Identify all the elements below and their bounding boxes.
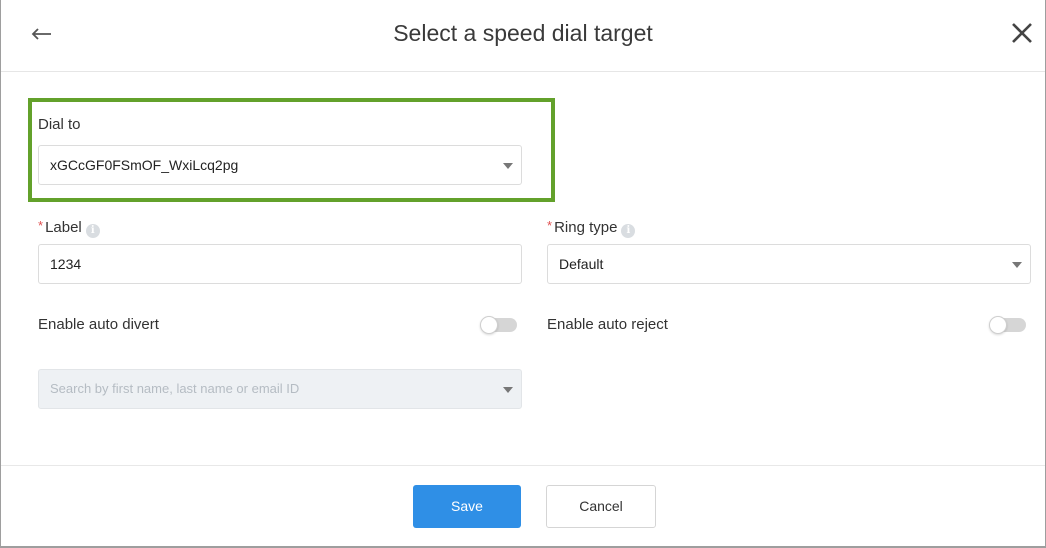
info-icon[interactable]: i [621, 224, 636, 238]
ring-type-label: * Ring type i [547, 218, 636, 238]
dial-to-value: xGCcGF0FSmOF_WxiLcq2pg [50, 157, 239, 173]
close-button[interactable] [1005, 16, 1041, 52]
dial-to-select[interactable]: xGCcGF0FSmOF_WxiLcq2pg [38, 145, 522, 185]
label-input[interactable]: 1234 [38, 244, 522, 284]
chevron-down-icon [1012, 262, 1022, 268]
auto-divert-toggle[interactable] [480, 316, 517, 334]
dial-to-label: Dial to [38, 116, 81, 133]
auto-reject-toggle[interactable] [989, 316, 1026, 334]
dialog-title: Select a speed dial target [393, 20, 653, 46]
auto-reject-label: Enable auto reject [547, 316, 668, 333]
ring-type-value: Default [559, 256, 604, 272]
auto-divert-label: Enable auto divert [38, 316, 159, 333]
dialog: Select a speed dial target Dial to xGCcG… [0, 0, 1046, 548]
search-user-select[interactable]: Search by first name, last name or email… [38, 369, 522, 409]
required-mark: * [547, 218, 553, 233]
close-icon [1012, 23, 1032, 43]
chevron-down-icon [503, 163, 513, 169]
info-icon[interactable]: i [85, 224, 100, 238]
ring-type-select[interactable]: Default [547, 244, 1031, 284]
cancel-button[interactable]: Cancel [546, 485, 656, 528]
toggle-knob [989, 316, 1007, 334]
label-input-value: 1234 [50, 256, 82, 272]
save-button[interactable]: Save [413, 485, 521, 528]
ring-type-text: Ring type [554, 219, 618, 236]
toggle-knob [480, 316, 498, 334]
label-field-label: * Label i [38, 218, 100, 238]
dialog-header: Select a speed dial target [1, 0, 1045, 72]
required-mark: * [38, 218, 44, 233]
footer-divider [1, 465, 1045, 466]
search-placeholder: Search by first name, last name or email… [50, 381, 300, 396]
label-field-text: Label [45, 219, 82, 236]
chevron-down-icon [503, 387, 513, 393]
